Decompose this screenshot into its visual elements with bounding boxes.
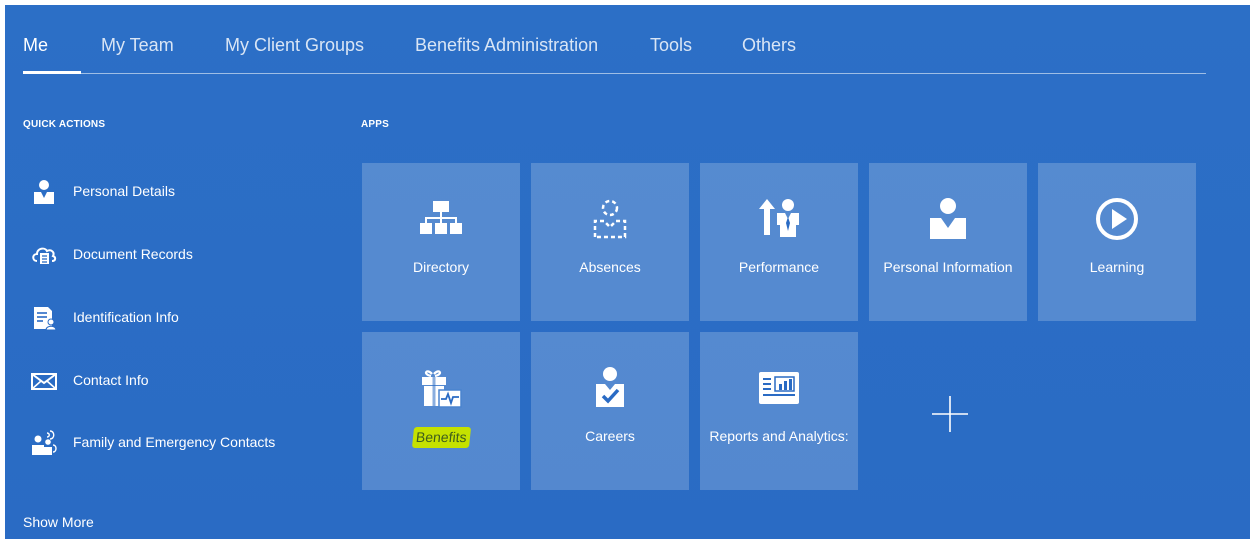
add-app-tile[interactable] [871,335,1029,493]
person-icon [930,198,966,239]
quick-action-label: Contact Info [73,372,149,388]
highlighted-label: Benefits [411,427,471,448]
quick-action-contact-info[interactable]: Contact Info [31,368,331,404]
id-document-icon [34,307,57,331]
nav-divider [23,73,1206,74]
family-icon [32,430,57,455]
app-frame: Me My Team My Client Groups Benefits Adm… [5,5,1250,539]
quick-action-label: Identification Info [73,309,179,325]
top-navigation: Me My Team My Client Groups Benefits Adm… [5,5,1250,80]
cloud-document-icon [32,247,57,264]
tab-others[interactable]: Others [742,35,796,56]
play-circle-icon [1096,198,1138,240]
envelope-icon [31,373,57,390]
app-tile-label: Performance [738,259,820,275]
app-tile-directory[interactable]: Directory [362,163,520,321]
quick-action-family-emergency-contacts[interactable]: Family and Emergency Contacts [31,430,331,466]
gift-heartbeat-icon [422,370,462,408]
app-tile-label: Learning [1089,259,1145,275]
quick-action-identification-info[interactable]: Identification Info [31,305,331,341]
app-tile-personal-information[interactable]: Personal Information [869,163,1027,321]
app-tile-learning[interactable]: Learning [1038,163,1196,321]
quick-action-document-records[interactable]: Document Records [31,242,331,278]
quick-actions-heading: QUICK ACTIONS [23,119,106,130]
app-tile-absences[interactable]: Absences [531,163,689,321]
apps-heading: APPS [361,119,390,130]
person-icon [34,180,54,204]
app-tile-label: Reports and Analytics: [709,428,849,444]
quick-action-label: Personal Details [73,183,175,199]
app-tile-careers[interactable]: Careers [531,332,689,490]
tab-tools[interactable]: Tools [650,35,692,56]
app-tile-benefits[interactable]: Benefits [362,332,520,490]
show-more-link[interactable]: Show More [23,514,94,530]
tab-benefits-administration[interactable]: Benefits Administration [415,35,598,56]
tab-my-team[interactable]: My Team [101,35,174,56]
person-check-icon [596,367,624,407]
arrow-person-icon [759,199,799,237]
quick-action-label: Document Records [73,246,193,262]
quick-action-personal-details[interactable]: Personal Details [31,179,331,215]
dashed-person-icon [593,199,627,239]
app-tile-label: Directory [412,259,469,275]
quick-action-label: Family and Emergency Contacts [73,434,276,450]
app-tile-label: Careers [585,428,635,444]
app-tile-label: Personal Information [883,259,1013,275]
app-tile-label: Absences [579,259,641,275]
tab-me[interactable]: Me [23,35,48,56]
tab-my-client-groups[interactable]: My Client Groups [225,35,364,56]
org-chart-icon [420,201,462,234]
app-tile-performance[interactable]: Performance [700,163,858,321]
report-chart-icon [759,372,799,404]
active-tab-indicator [23,71,81,74]
app-tile-label: Benefits [370,427,512,448]
plus-icon [932,396,968,432]
app-tile-reports-analytics[interactable]: Reports and Analytics: [700,332,858,490]
